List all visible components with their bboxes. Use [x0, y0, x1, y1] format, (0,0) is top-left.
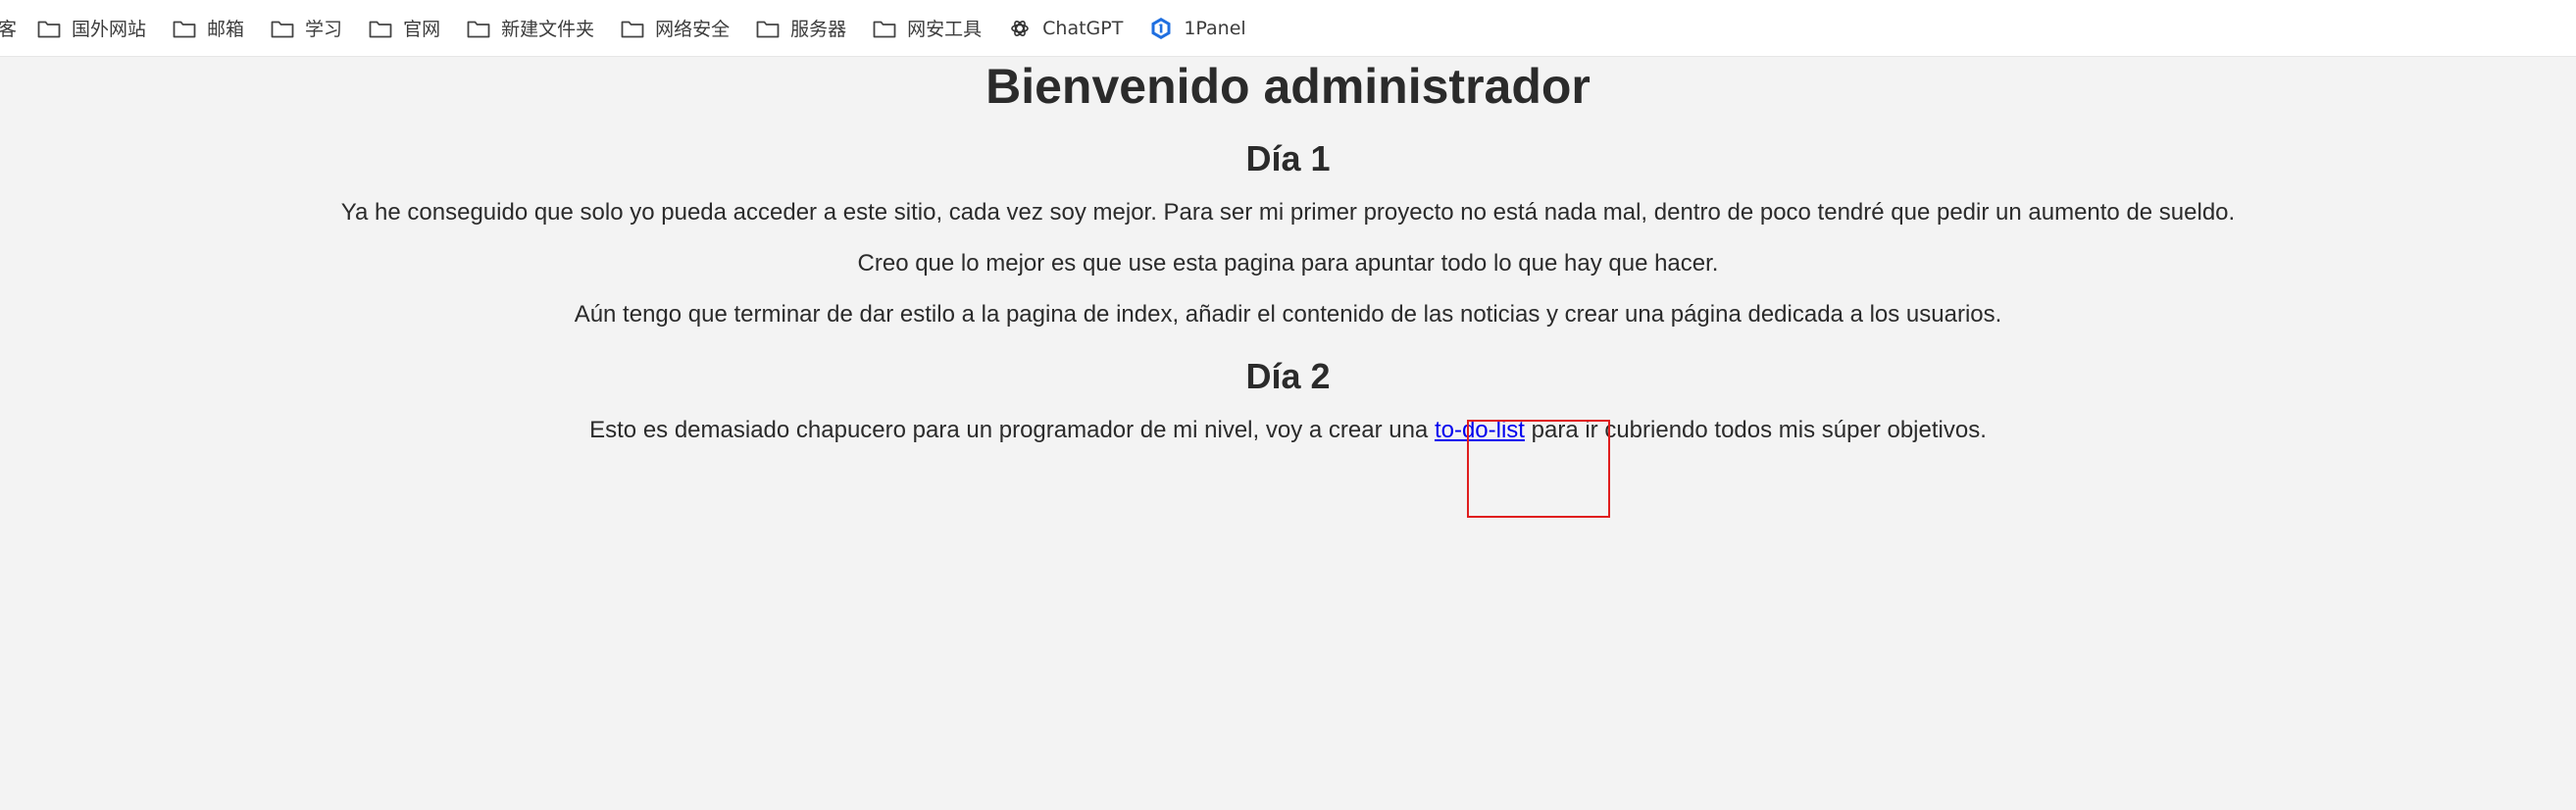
- bookmark-folder-servers[interactable]: 服务器: [755, 15, 846, 41]
- day1-paragraph-1: Ya he conseguido que solo yo pueda acced…: [340, 199, 2236, 226]
- day2-text-after: para ir cubriendo todos mis súper objeti…: [1524, 417, 1987, 443]
- bookmark-chatgpt[interactable]: ChatGPT: [1007, 16, 1123, 41]
- bookmark-folder-foreign-sites[interactable]: 国外网站: [36, 15, 146, 41]
- day2-text-before: Esto es demasiado chapucero para un prog…: [589, 417, 1435, 443]
- bookmark-label: 官网: [403, 19, 441, 40]
- bookmark-label: 1Panel: [1184, 17, 1246, 39]
- bookmarks-bar: 客 国外网站 邮箱 学习 官网 新建文件夹 网络安全 服务器 网安工具 Chat…: [0, 0, 2576, 57]
- bookmark-label: 邮箱: [207, 19, 245, 40]
- chatgpt-icon: [1007, 16, 1033, 41]
- bookmark-label: 网安工具: [907, 19, 983, 40]
- folder-icon: [270, 16, 295, 41]
- bookmark-label: 新建文件夹: [501, 19, 595, 40]
- bookmark-folder-network-security[interactable]: 网络安全: [620, 15, 730, 41]
- page-title: Bienvenido administrador: [985, 59, 1591, 114]
- 1panel-icon: [1148, 16, 1174, 41]
- folder-icon: [872, 16, 897, 41]
- bookmark-folder-official[interactable]: 官网: [368, 15, 440, 41]
- day1-heading: Día 1: [1245, 138, 1331, 178]
- bookmark-folder-study[interactable]: 学习: [270, 15, 342, 41]
- folder-icon: [620, 16, 645, 41]
- bookmark-label: 学习: [305, 19, 343, 40]
- main-content: Bienvenido administrador Día 1 Ya he con…: [0, 57, 2576, 445]
- bookmark-label: 网络安全: [655, 19, 731, 40]
- day2-paragraph: Esto es demasiado chapucero para un prog…: [0, 416, 2576, 445]
- bookmark-partial[interactable]: 客: [0, 15, 17, 41]
- bookmark-label: 国外网站: [72, 19, 147, 40]
- day2-heading: Día 2: [1245, 356, 1331, 396]
- folder-icon: [466, 16, 491, 41]
- folder-icon: [172, 16, 197, 41]
- bookmark-folder-mail[interactable]: 邮箱: [172, 15, 244, 41]
- bookmark-label: ChatGPT: [1042, 17, 1124, 39]
- bookmark-folder-new-folder[interactable]: 新建文件夹: [466, 15, 594, 41]
- folder-icon: [368, 16, 393, 41]
- day1-paragraph-2: Creo que lo mejor es que use esta pagina…: [857, 250, 1719, 277]
- todo-list-link[interactable]: to-do-list: [1435, 417, 1525, 443]
- bookmark-1panel[interactable]: 1Panel: [1148, 16, 1246, 41]
- folder-icon: [36, 16, 62, 41]
- day1-paragraph-3: Aún tengo que terminar de dar estilo a l…: [574, 301, 2002, 328]
- bookmark-folder-security-tools[interactable]: 网安工具: [872, 15, 982, 41]
- folder-icon: [755, 16, 781, 41]
- bookmark-label: 服务器: [790, 19, 847, 40]
